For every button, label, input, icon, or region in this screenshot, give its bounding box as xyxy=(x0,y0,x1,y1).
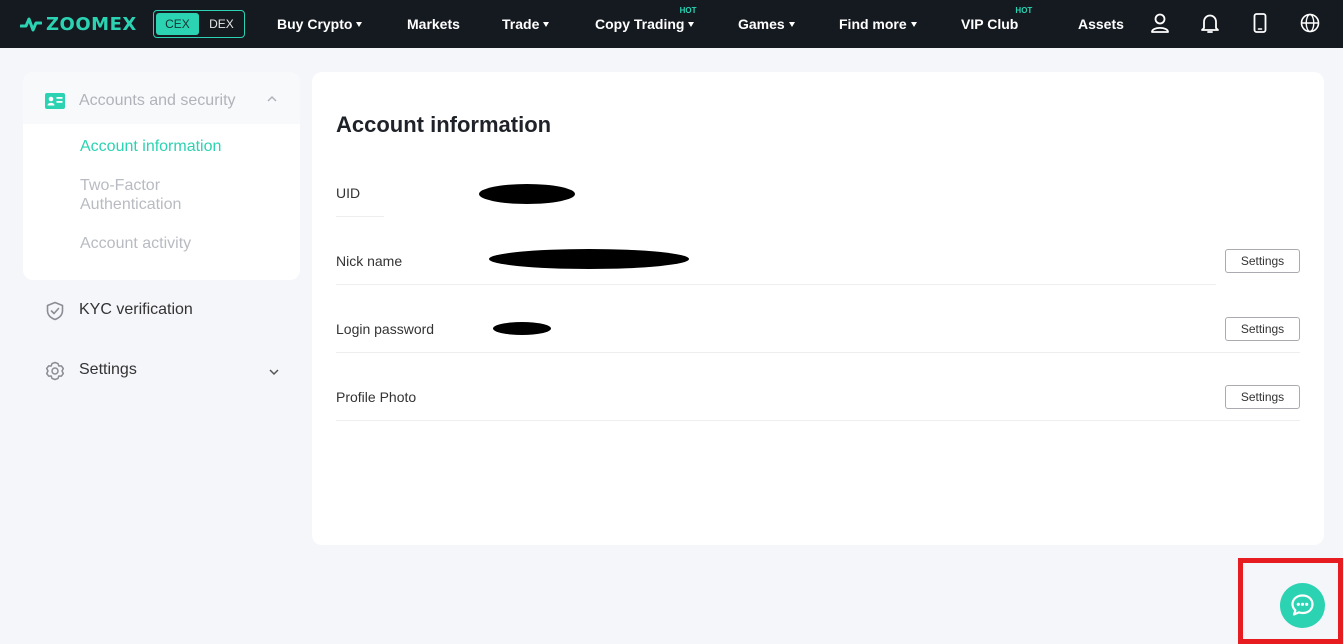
bell-icon[interactable] xyxy=(1199,12,1221,34)
hot-badge: HOT xyxy=(679,6,697,15)
account-information-panel: Account information UID Nick name Settin… xyxy=(312,72,1324,545)
nav-find-more[interactable]: Find more xyxy=(839,15,917,33)
nav-games[interactable]: Games xyxy=(738,15,795,33)
uid-value-redacted xyxy=(479,184,575,204)
sidebar-item-two-factor-authentication[interactable]: Two-Factor Authentication xyxy=(80,176,230,214)
login-password-settings-button[interactable]: Settings xyxy=(1225,317,1300,341)
row-divider xyxy=(336,420,1300,421)
nav-trade-label: Trade xyxy=(502,16,540,32)
nav-vip-club-label: VIP Club xyxy=(961,16,1019,32)
nav-assets[interactable]: Assets xyxy=(1078,15,1124,33)
settings-label: Settings xyxy=(79,361,137,378)
top-nav: ZOOMEX CEX DEX Buy Crypto Markets Trade … xyxy=(0,0,1343,48)
nav-copy-trading[interactable]: Copy Trading HOT xyxy=(595,6,696,33)
mobile-icon[interactable] xyxy=(1249,12,1271,34)
user-icon[interactable] xyxy=(1149,12,1171,34)
nav-copy-trading-label: Copy Trading xyxy=(595,16,685,32)
caret-down-icon xyxy=(543,21,550,27)
accounts-security-header[interactable]: Accounts and security xyxy=(23,72,300,124)
nick-name-settings-button[interactable]: Settings xyxy=(1225,249,1300,273)
row-divider xyxy=(336,352,1300,353)
nav-buy-crypto[interactable]: Buy Crypto xyxy=(277,15,363,33)
nav-find-more-label: Find more xyxy=(839,16,907,32)
dex-toggle[interactable]: DEX xyxy=(201,13,242,35)
caret-down-icon xyxy=(910,21,917,27)
chevron-up-icon xyxy=(267,95,277,102)
sidebar-item-account-activity[interactable]: Account activity xyxy=(80,234,191,253)
logo-text: ZOOMEX xyxy=(46,13,137,35)
shield-check-icon xyxy=(46,301,64,321)
caret-down-icon xyxy=(356,21,363,27)
caret-down-icon xyxy=(788,21,795,27)
caret-down-icon xyxy=(688,21,695,27)
gear-icon xyxy=(45,361,65,381)
globe-icon[interactable] xyxy=(1299,12,1321,34)
nav-markets-label: Markets xyxy=(407,16,460,32)
sidebar-item-settings[interactable]: Settings xyxy=(45,360,285,382)
nick-name-value-redacted xyxy=(489,249,689,269)
page-title: Account information xyxy=(336,112,552,137)
profile-photo-label: Profile Photo xyxy=(336,389,417,405)
id-card-icon xyxy=(45,93,65,109)
zoomex-logo[interactable]: ZOOMEX xyxy=(20,12,137,36)
nav-buy-crypto-label: Buy Crypto xyxy=(277,16,353,32)
cex-toggle[interactable]: CEX xyxy=(156,13,199,35)
row-divider xyxy=(336,216,384,217)
accounts-security-label: Accounts and security xyxy=(79,92,236,109)
profile-photo-settings-button[interactable]: Settings xyxy=(1225,385,1300,409)
login-password-label: Login password xyxy=(336,321,435,337)
nav-trade[interactable]: Trade xyxy=(502,15,550,33)
chat-support-button[interactable] xyxy=(1280,583,1325,628)
chevron-down-icon xyxy=(269,369,279,376)
row-divider xyxy=(336,284,1216,285)
nav-markets[interactable]: Markets xyxy=(407,15,460,33)
nav-vip-club[interactable]: VIP Club HOT xyxy=(961,6,1032,33)
cex-dex-switch: CEX DEX xyxy=(153,10,245,38)
nick-name-label: Nick name xyxy=(336,253,403,269)
nav-games-label: Games xyxy=(738,16,785,32)
logo-mark-icon xyxy=(20,17,42,32)
sidebar-item-account-information[interactable]: Account information xyxy=(80,137,221,156)
uid-label: UID xyxy=(336,185,361,201)
sidebar-item-kyc-verification[interactable]: KYC verification xyxy=(45,300,285,322)
login-password-value-redacted xyxy=(493,322,551,335)
kyc-verification-label: KYC verification xyxy=(79,301,193,318)
accounts-security-menu: Accounts and security Account informatio… xyxy=(23,72,300,280)
hot-badge: HOT xyxy=(1015,6,1033,15)
nav-assets-label: Assets xyxy=(1078,16,1124,32)
chat-bubble-icon xyxy=(1291,594,1314,616)
